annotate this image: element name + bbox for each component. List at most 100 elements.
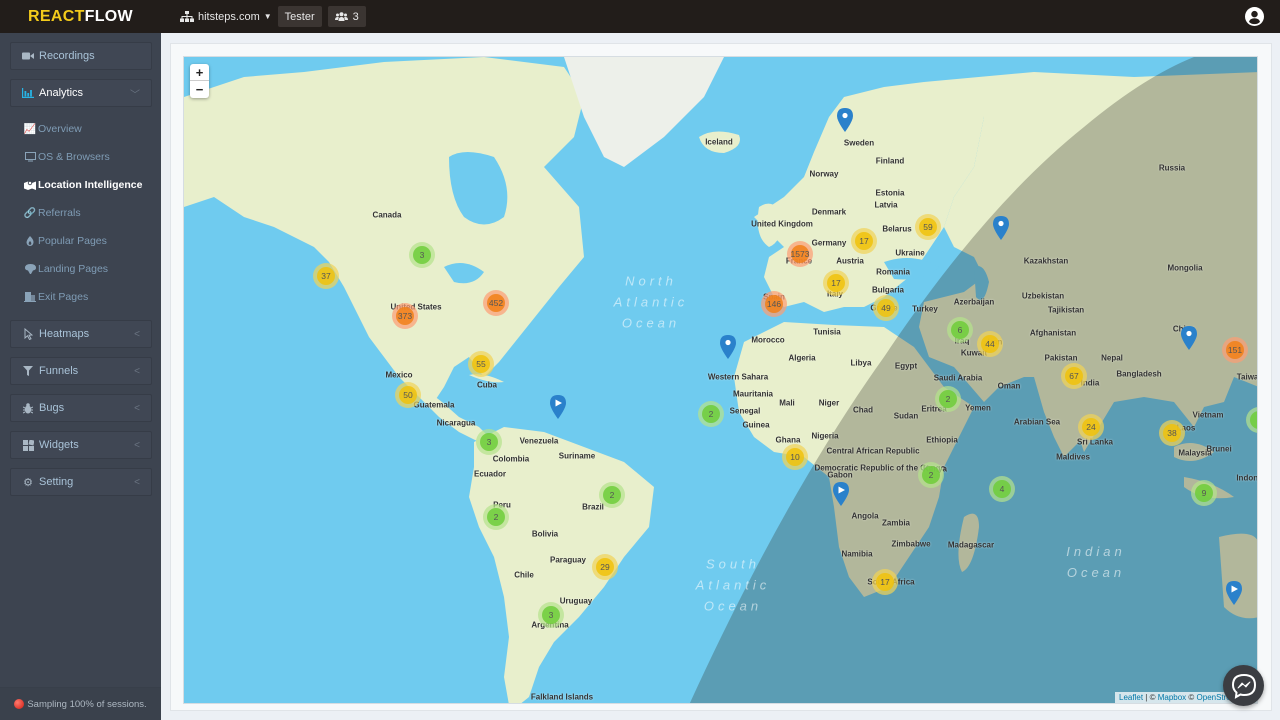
marker-cluster[interactable]: 67 xyxy=(1061,363,1087,389)
map-pin-icon[interactable] xyxy=(1181,326,1197,350)
cluster-count: 6 xyxy=(951,321,969,339)
user-circle-icon[interactable] xyxy=(1245,7,1264,26)
marker-cluster[interactable]: 2 xyxy=(935,386,961,412)
marker-cluster[interactable]: 452 xyxy=(483,290,509,316)
online-users-button[interactable]: 3 xyxy=(327,6,366,27)
marker-cluster[interactable]: 2 xyxy=(698,401,724,427)
cluster-count: 2 xyxy=(702,405,720,423)
marker-cluster[interactable]: 44 xyxy=(977,331,1003,357)
cluster-count: 3 xyxy=(413,246,431,264)
world-map[interactable]: Canada United States Mexico Cuba Guatemala Ni… xyxy=(183,56,1258,704)
marker-cluster[interactable]: 37 xyxy=(313,263,339,289)
subnav-popular-pages[interactable]: Popular Pages xyxy=(0,227,161,255)
leaflet-link[interactable]: Leaflet xyxy=(1119,693,1143,702)
cluster-count: 67 xyxy=(1065,367,1083,385)
subnav-label: OS & Browsers xyxy=(38,151,110,163)
status-dot-icon xyxy=(14,699,25,709)
marker-cluster[interactable]: 38 xyxy=(1159,420,1185,446)
zoom-out-button[interactable]: − xyxy=(190,81,209,98)
subnav-exit-pages[interactable]: Exit Pages xyxy=(0,283,161,311)
subnav-location-intelligence[interactable]: Location Intelligence xyxy=(0,171,161,199)
sitemap-icon xyxy=(180,11,194,22)
marker-cluster[interactable]: 10 xyxy=(782,444,808,470)
users-icon xyxy=(334,12,348,21)
subnav-os-browsers[interactable]: OS & Browsers xyxy=(0,143,161,171)
marker-cluster[interactable]: 146 xyxy=(761,291,787,317)
cluster-count: 3 xyxy=(480,433,498,451)
subnav-landing-pages[interactable]: Landing Pages xyxy=(0,255,161,283)
cluster-count: 2 xyxy=(939,390,957,408)
subnav-label: Location Intelligence xyxy=(38,179,143,191)
filter-icon xyxy=(22,366,34,376)
logo[interactable]: REACT FLOW xyxy=(0,0,161,33)
analytics-submenu: 📈 Overview OS & Browsers Location Intelli… xyxy=(0,115,161,311)
subnav-label: Referrals xyxy=(38,207,81,219)
marker-cluster[interactable]: 3 xyxy=(409,242,435,268)
nav-label: Recordings xyxy=(39,50,95,62)
marker-cluster[interactable]: 3 xyxy=(476,429,502,455)
cluster-count: 24 xyxy=(1082,418,1100,436)
subnav-overview[interactable]: 📈 Overview xyxy=(0,115,161,143)
cluster-count: 29 xyxy=(596,558,614,576)
landing-icon xyxy=(24,264,36,274)
marker-cluster[interactable]: 373 xyxy=(392,303,418,329)
video-camera-icon xyxy=(22,52,34,60)
marker-cluster[interactable]: 24 xyxy=(1078,414,1104,440)
marker-cluster[interactable]: 2 xyxy=(918,462,944,488)
nav-heatmaps[interactable]: Heatmaps < xyxy=(10,320,152,348)
cluster-count: 3 xyxy=(542,606,560,624)
map-marker-icon xyxy=(24,180,36,190)
subnav-referrals[interactable]: 🔗 Referrals xyxy=(0,199,161,227)
user-button[interactable]: Tester xyxy=(277,6,322,27)
marker-cluster[interactable]: 17 xyxy=(823,270,849,296)
marker-cluster[interactable]: 50 xyxy=(395,382,421,408)
marker-cluster[interactable]: 17 xyxy=(872,569,898,595)
map-pin-icon[interactable] xyxy=(837,108,853,132)
zoom-control: + − xyxy=(190,64,209,98)
marker-cluster[interactable]: 151 xyxy=(1222,337,1248,363)
mapbox-link[interactable]: Mapbox xyxy=(1158,693,1186,702)
marker-cluster[interactable]: 9 xyxy=(1191,480,1217,506)
ocean-label: South Atlantic Ocean xyxy=(695,556,771,614)
cluster-count: 9 xyxy=(1195,484,1213,502)
nav-widgets[interactable]: Widgets < xyxy=(10,431,152,459)
marker-cluster[interactable]: 17 xyxy=(851,228,877,254)
marker-cluster[interactable]: 49 xyxy=(873,295,899,321)
ocean-label: Indian Ocean xyxy=(1066,544,1126,580)
user-label: Tester xyxy=(284,10,315,23)
nav-setting[interactable]: ⚙ Setting < xyxy=(10,468,152,496)
play-marker-icon[interactable] xyxy=(1226,581,1242,605)
subnav-label: Popular Pages xyxy=(38,235,107,247)
nav-bugs[interactable]: Bugs < xyxy=(10,394,152,422)
marker-cluster[interactable]: 2 xyxy=(483,504,509,530)
marker-cluster[interactable]: 3 xyxy=(538,602,564,628)
online-count: 3 xyxy=(352,10,359,23)
messenger-chat-button[interactable] xyxy=(1223,665,1264,706)
play-marker-icon[interactable] xyxy=(833,482,849,506)
cluster-count: 17 xyxy=(876,573,894,591)
land-greenland xyxy=(564,57,724,167)
exit-door-icon xyxy=(24,292,36,302)
marker-cluster[interactable]: 6 xyxy=(947,317,973,343)
marker-cluster[interactable]: 29 xyxy=(592,554,618,580)
bar-chart-icon xyxy=(22,88,34,98)
site-selector[interactable]: hitsteps.com ▼ xyxy=(180,11,272,23)
marker-cluster[interactable]: 55 xyxy=(468,351,494,377)
map-pin-icon[interactable] xyxy=(720,335,736,359)
cluster-count: 2 xyxy=(487,508,505,526)
marker-cluster[interactable]: 59 xyxy=(915,214,941,240)
cluster-count: 146 xyxy=(765,295,783,313)
marker-cluster[interactable]: 2 xyxy=(599,482,625,508)
marker-cluster[interactable]: 1573 xyxy=(787,241,813,267)
map-pin-icon[interactable] xyxy=(993,216,1009,240)
land-south-america xyxy=(469,427,654,703)
land-north-america xyxy=(184,57,584,402)
nav-funnels[interactable]: Funnels < xyxy=(10,357,152,385)
messenger-icon xyxy=(1231,673,1256,699)
play-marker-icon[interactable] xyxy=(550,395,566,419)
marker-cluster[interactable]: 4 xyxy=(989,476,1015,502)
nav-recordings[interactable]: Recordings xyxy=(10,42,152,70)
nav-label: Analytics xyxy=(39,87,84,99)
nav-analytics[interactable]: Analytics ﹀ xyxy=(10,79,152,107)
zoom-in-button[interactable]: + xyxy=(190,64,209,81)
